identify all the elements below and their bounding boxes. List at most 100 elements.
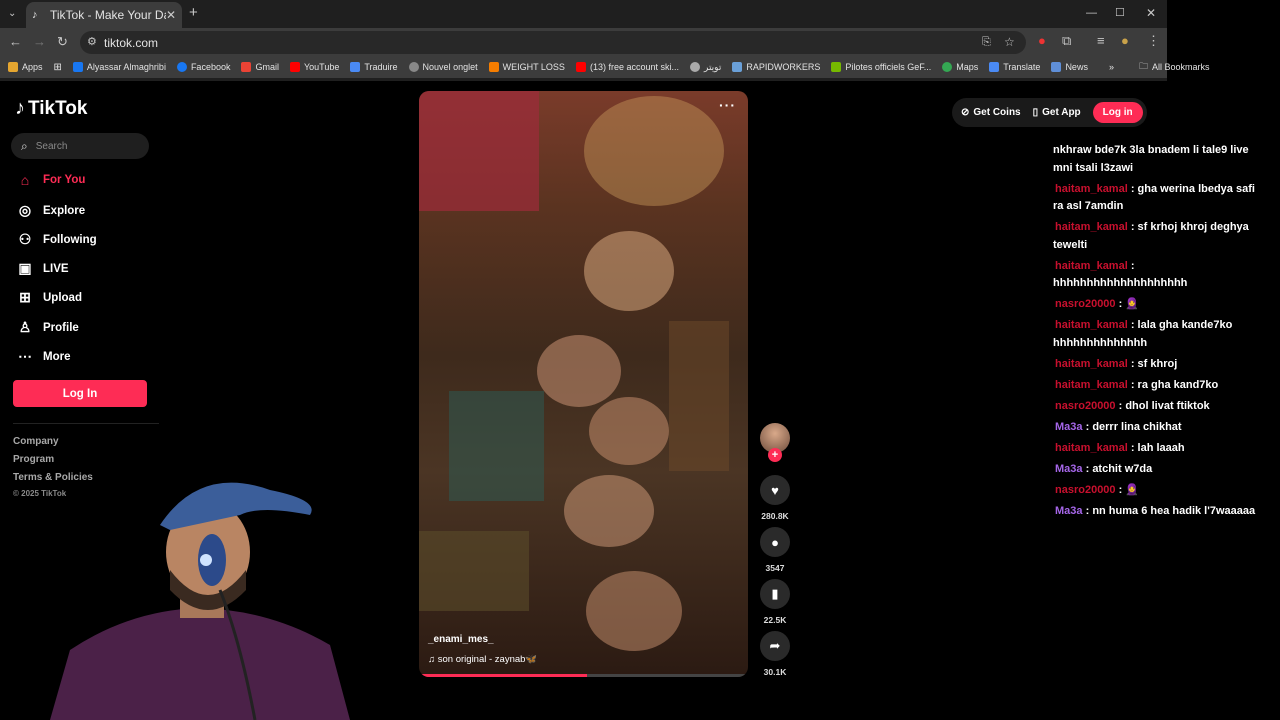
comment-action[interactable]: ● 3547 <box>759 527 791 573</box>
bookmark-twitter-ar[interactable]: تويتر <box>690 62 721 73</box>
new-tab-icon[interactable]: + <box>189 5 198 20</box>
follow-plus-icon[interactable]: + <box>768 448 782 462</box>
news-icon <box>1051 62 1062 72</box>
like-action[interactable]: ♥ 280.8K <box>759 475 791 521</box>
minimize-icon[interactable]: — <box>1086 6 1097 20</box>
get-coins-button[interactable]: ⊘ Get Coins <box>961 107 1021 118</box>
chat-username[interactable]: haitam_kamal <box>1053 221 1128 233</box>
browser-toolbar: ← → ↻ ⚙ tiktok.com ⎘ ☆ ● ⧉ ≡ ● ⋮ <box>0 28 1167 56</box>
chat-username[interactable]: haitam_kamal <box>1053 260 1128 272</box>
search-input[interactable]: ⌕ Search <box>11 133 149 159</box>
bookmark-news[interactable]: News <box>1051 62 1088 72</box>
sidebar-login-button[interactable]: Log In <box>13 380 147 407</box>
share-count: 30.1K <box>763 667 787 677</box>
heart-icon[interactable]: ♥ <box>760 475 790 505</box>
bookmark-youtube[interactable]: YouTube <box>289 62 339 72</box>
chat-separator: : <box>1127 319 1138 331</box>
reload-icon[interactable]: ↻ <box>57 35 68 49</box>
bookmark-star-icon[interactable]: ☆ <box>1004 35 1015 49</box>
extensions-puzzle-icon[interactable]: ⧉ <box>1062 34 1071 48</box>
close-window-icon[interactable]: ✕ <box>1146 6 1156 20</box>
chat-text: sf khroj <box>1137 357 1178 370</box>
all-bookmarks[interactable]: 🗀 All Bookmarks <box>1139 59 1210 75</box>
forward-icon[interactable]: → <box>33 35 46 49</box>
chat-username[interactable]: haitam_kamal <box>1053 358 1128 370</box>
close-tab-icon[interactable]: ✕ <box>166 8 176 22</box>
maximize-icon[interactable]: ☐ <box>1115 6 1125 20</box>
video-player[interactable]: ··· _enami_mes_ ♫ son original - zaynab🦋 <box>419 91 748 677</box>
bookmark-facebook[interactable]: Facebook <box>176 62 230 72</box>
chat-username[interactable]: haitam_kamal <box>1053 379 1128 391</box>
bookmark-pilotes[interactable]: Pilotes officiels GeF... <box>831 62 931 72</box>
share-arrow-icon[interactable]: ➦ <box>760 631 790 661</box>
nav-profile[interactable]: ♙ Profile <box>15 319 79 336</box>
chat-username[interactable]: Ma3a <box>1053 421 1083 433</box>
footer-program[interactable]: Program <box>13 454 54 465</box>
browser-menu-icon[interactable]: ⋮ <box>1147 34 1160 48</box>
video-sound[interactable]: ♫ son original - zaynab🦋 <box>428 654 537 665</box>
chat-separator: : <box>1127 182 1138 195</box>
video-author[interactable]: _enami_mes_ <box>428 634 494 645</box>
chat-username[interactable]: nasro20000 <box>1053 400 1116 412</box>
bookmark-weight-loss[interactable]: WEIGHT LOSS <box>488 62 565 72</box>
bookmark-grid[interactable]: ⊞ <box>54 62 62 73</box>
nav-following[interactable]: ⚇ Following <box>15 231 97 248</box>
bookmark-nouvel-onglet[interactable]: Nouvel onglet <box>408 62 478 72</box>
top-login-button[interactable]: Log in <box>1092 102 1143 123</box>
bookmark-free-account[interactable]: (13) free account ski... <box>575 62 679 72</box>
nav-explore[interactable]: ◎ Explore <box>15 202 85 219</box>
bookmark-translate[interactable]: Translate <box>989 62 1040 72</box>
bookmark-maps[interactable]: Maps <box>942 62 978 72</box>
chat-text: dhol livat ftiktok <box>1125 399 1210 412</box>
nav-live[interactable]: ▣ LIVE <box>15 260 68 277</box>
chat-message: haitam_kamal : sf krhoj khroj deghya tew… <box>1053 219 1263 254</box>
profile-avatar-icon[interactable]: ● <box>1121 34 1129 48</box>
bookmark-gmail[interactable]: Gmail <box>241 62 279 72</box>
chat-text: derrr lina chikhat <box>1092 420 1182 433</box>
save-action[interactable]: ▮ 22.5K <box>759 579 791 625</box>
blogger-icon <box>488 62 499 72</box>
back-icon[interactable]: ← <box>9 35 22 49</box>
site-info-icon[interactable]: ⚙ <box>87 35 97 49</box>
chat-message: haitam_kamal : sf khroj <box>1053 356 1263 374</box>
bookmark-alyassar[interactable]: Alyassar Almaghribi <box>72 62 166 72</box>
video-progress-bar[interactable] <box>419 674 748 677</box>
chat-message: haitam_kamal : gha werina lbedya safi ra… <box>1053 181 1263 216</box>
chat-username[interactable]: nasro20000 <box>1053 298 1116 310</box>
tiktok-logo[interactable]: ♪ TikTok <box>15 97 87 120</box>
chat-username[interactable]: nasro20000 <box>1053 484 1116 496</box>
nvidia-icon <box>831 62 842 72</box>
bookmark-traduire[interactable]: Traduire <box>350 62 398 72</box>
chat-username[interactable]: haitam_kamal <box>1053 183 1128 195</box>
tab-list-icon[interactable]: ⌄ <box>8 7 16 21</box>
chat-message: haitam_kamal : hhhhhhhhhhhhhhhhhhhh <box>1053 258 1263 293</box>
chat-username[interactable]: Ma3a <box>1053 505 1083 517</box>
nav-upload[interactable]: ⊞ Upload <box>15 289 82 306</box>
chat-username[interactable]: haitam_kamal <box>1053 442 1128 454</box>
extension-red-icon[interactable]: ● <box>1038 34 1046 48</box>
install-app-icon[interactable]: ⎘ <box>982 35 991 49</box>
get-app-button[interactable]: ▯ Get App <box>1033 107 1081 118</box>
nav-more[interactable]: ⋯ More <box>15 348 70 365</box>
chat-message: nasro20000 : 🧕 <box>1053 296 1263 314</box>
browser-tab[interactable]: ♪ TikTok - Make Your Day ✕ <box>26 2 182 28</box>
facebook-icon <box>176 62 187 72</box>
youtube-icon <box>575 62 586 72</box>
phone-icon: ▯ <box>1032 107 1039 118</box>
footer-company[interactable]: Company <box>13 436 59 447</box>
nav-for-you[interactable]: ⌂ For You <box>15 172 86 188</box>
webcam-overlay <box>50 482 350 720</box>
bookmark-apps[interactable]: Apps <box>8 62 43 72</box>
address-bar[interactable]: ⚙ tiktok.com ⎘ ☆ <box>80 31 1026 54</box>
share-action[interactable]: ➦ 30.1K <box>759 631 791 677</box>
comment-bubble-icon[interactable]: ● <box>760 527 790 557</box>
bookmark-rapidworkers[interactable]: RAPIDWORKERS <box>732 62 820 72</box>
reading-list-icon[interactable]: ≡ <box>1097 34 1105 48</box>
chat-username[interactable]: haitam_kamal <box>1053 319 1128 331</box>
video-more-options-icon[interactable]: ··· <box>719 97 736 113</box>
browser-chrome: ⌄ ♪ TikTok - Make Your Day ✕ + — ☐ ✕ ← →… <box>0 0 1210 81</box>
more-bookmarks-icon[interactable]: » <box>1109 62 1114 72</box>
sidebar-divider <box>13 423 159 424</box>
chat-username[interactable]: Ma3a <box>1053 463 1083 475</box>
bookmark-icon[interactable]: ▮ <box>760 579 790 609</box>
